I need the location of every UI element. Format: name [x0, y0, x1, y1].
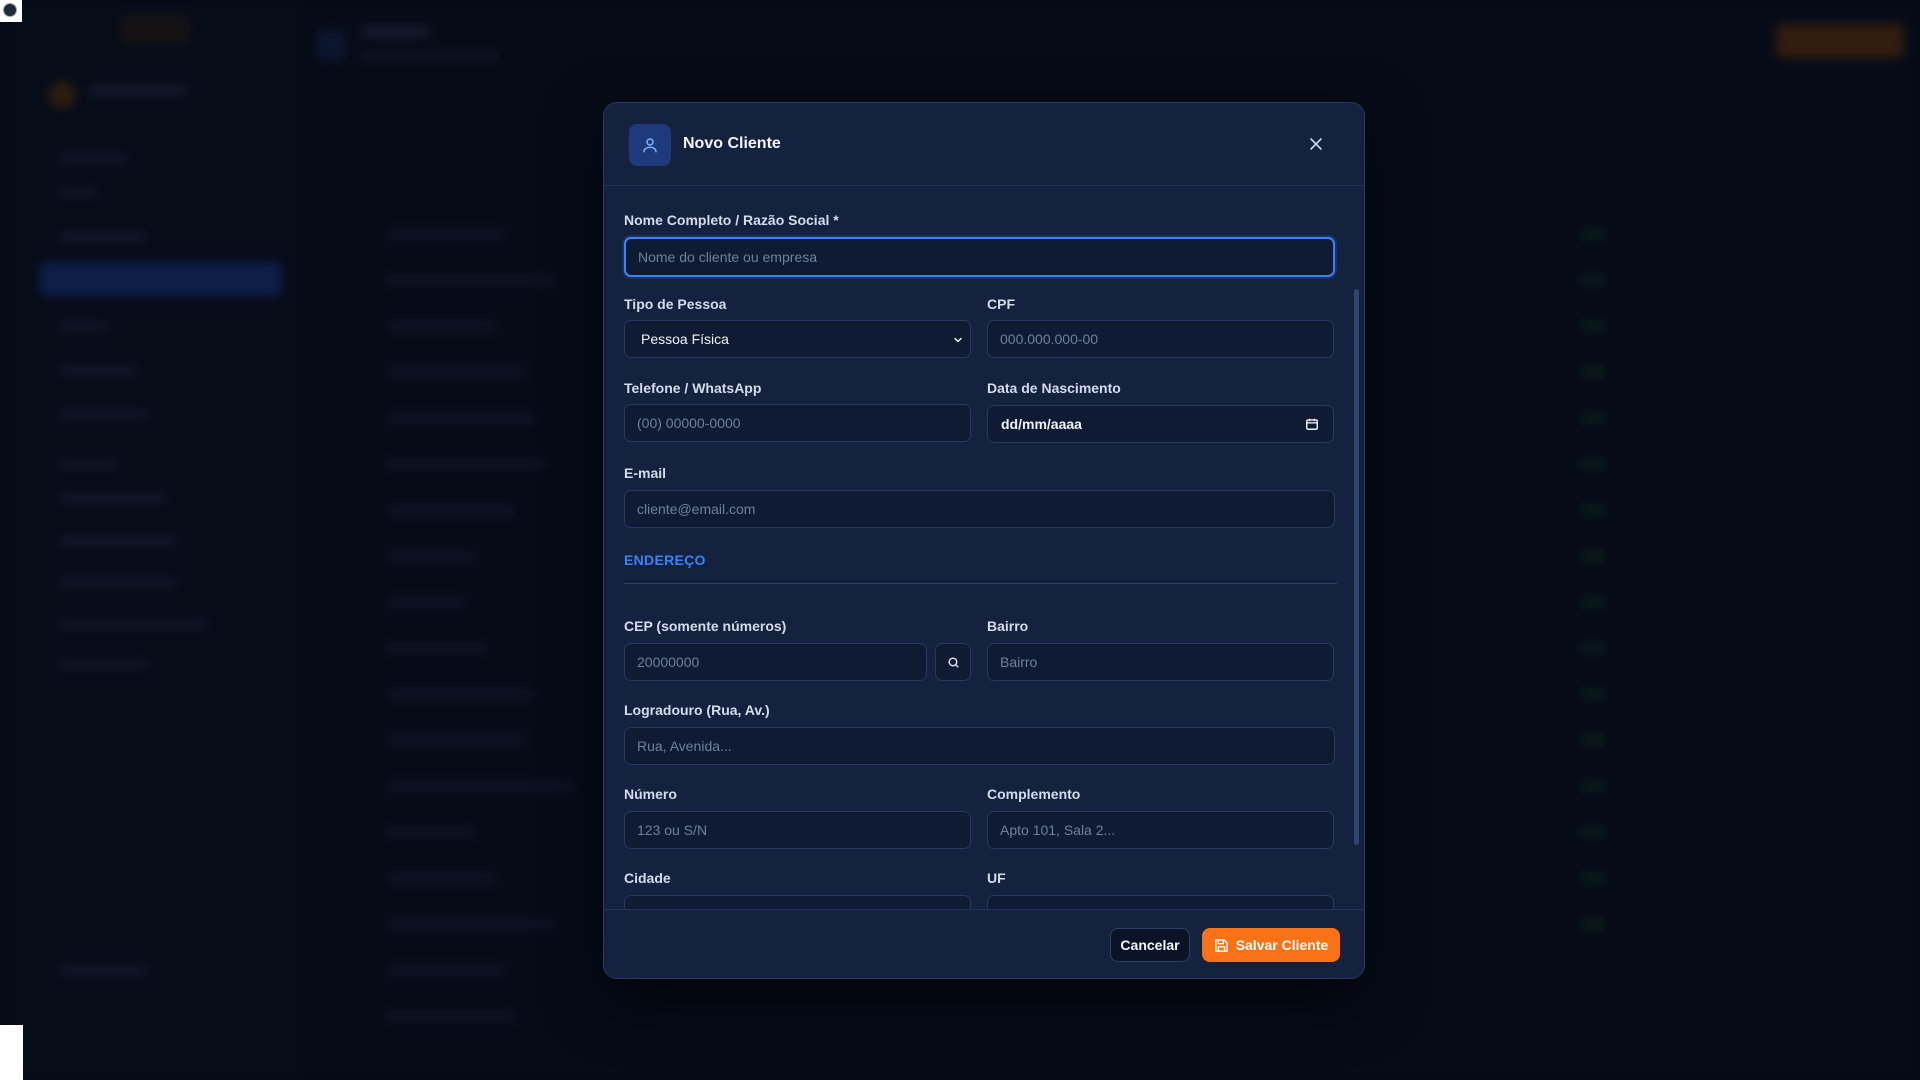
search-icon: [947, 656, 959, 668]
nascimento-date-input[interactable]: dd/mm/aaaa: [987, 405, 1334, 443]
endereco-section-title: ENDEREÇO: [624, 552, 706, 568]
tipo-pessoa-value: Pessoa Física: [641, 331, 729, 347]
email-label: E-mail: [624, 465, 667, 481]
nascimento-value: dd/mm/aaaa: [1001, 416, 1082, 432]
logradouro-input[interactable]: [624, 727, 1335, 765]
user-icon: [629, 124, 671, 166]
chevron-down-icon: [954, 337, 962, 343]
complemento-input[interactable]: [987, 811, 1334, 849]
cpf-input[interactable]: [987, 320, 1334, 358]
save-icon: [1214, 938, 1228, 952]
modal-scrollbar[interactable]: [1354, 289, 1359, 845]
nome-input[interactable]: [624, 237, 1335, 277]
email-input[interactable]: [624, 490, 1335, 528]
nascimento-label: Data de Nascimento: [987, 380, 1121, 396]
cep-search-button[interactable]: [935, 643, 971, 681]
numero-input[interactable]: [624, 811, 971, 849]
uf-select[interactable]: [987, 895, 1334, 910]
corner-badge: [0, 0, 22, 22]
numero-label: Número: [624, 786, 677, 802]
corner-panel: [0, 1025, 23, 1080]
save-client-button[interactable]: Salvar Cliente: [1202, 928, 1340, 962]
nome-label: Nome Completo / Razão Social *: [624, 212, 839, 228]
cpf-label: CPF: [987, 296, 1015, 312]
bairro-label: Bairro: [987, 618, 1029, 634]
telefone-label: Telefone / WhatsApp: [624, 380, 762, 396]
close-icon[interactable]: [1306, 134, 1326, 154]
complemento-label: Complemento: [987, 786, 1081, 802]
tipo-pessoa-select[interactable]: Pessoa Física: [624, 320, 971, 358]
cidade-input[interactable]: [624, 895, 971, 910]
modal-footer: Cancelar Salvar Cliente: [604, 909, 1364, 978]
calendar-icon[interactable]: [1305, 417, 1319, 431]
cep-input[interactable]: [624, 643, 927, 681]
cep-label: CEP (somente números): [624, 618, 787, 634]
cancel-button[interactable]: Cancelar: [1110, 928, 1190, 962]
telefone-input[interactable]: [624, 404, 971, 442]
modal-title: Novo Cliente: [683, 135, 781, 152]
endereco-divider: [624, 583, 1337, 584]
uf-label: UF: [987, 870, 1006, 886]
logradouro-label: Logradouro (Rua, Av.): [624, 702, 770, 718]
tipo-pessoa-label: Tipo de Pessoa: [624, 296, 727, 312]
modal-body[interactable]: Nome Completo / Razão Social * Tipo de P…: [604, 186, 1364, 910]
modal-header: Novo Cliente: [604, 103, 1364, 186]
bairro-input[interactable]: [987, 643, 1334, 681]
save-client-label: Salvar Cliente: [1235, 937, 1329, 953]
new-client-modal: Novo Cliente Nome Completo / Razão Socia…: [603, 102, 1365, 979]
cidade-label: Cidade: [624, 870, 671, 886]
